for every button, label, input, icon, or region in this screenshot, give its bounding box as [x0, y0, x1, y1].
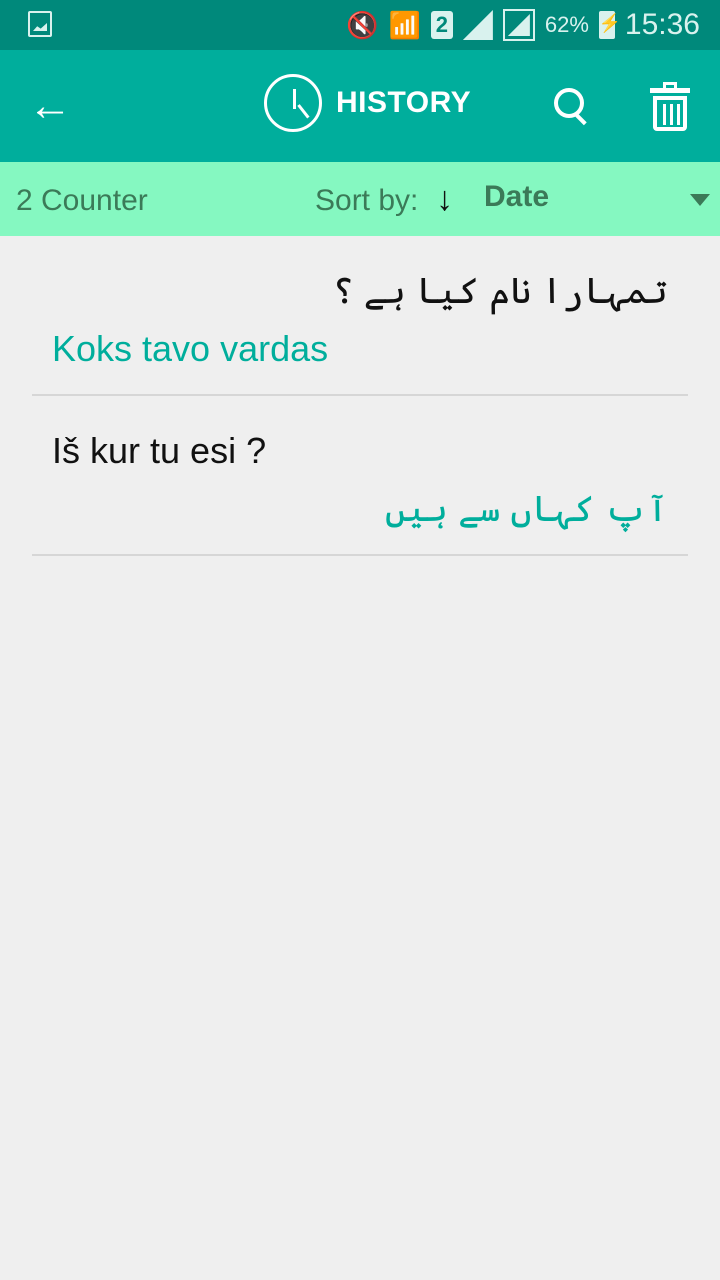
wifi-icon: 📶	[388, 10, 421, 40]
sim2-icon: 2	[430, 11, 453, 39]
clock-icon	[264, 74, 322, 132]
battery-charging-icon	[598, 11, 621, 39]
mute-vibrate-icon: 🔇	[346, 10, 379, 40]
signal-icon	[502, 9, 535, 41]
chevron-down-icon[interactable]	[690, 194, 710, 206]
history-list: تمہارا نام کیا ہے ؟ Koks tavo vardas Iš …	[32, 236, 688, 556]
trash-lid	[650, 88, 690, 93]
status-bar: 🔇 📶 2 62% 15:36	[0, 0, 720, 50]
gallery-icon	[28, 11, 52, 37]
sort-select[interactable]: Date	[484, 180, 549, 214]
history-counter: 2 Counter	[16, 184, 148, 217]
source-text: تمہارا نام کیا ہے ؟	[332, 270, 668, 311]
title-group: HISTORY	[264, 74, 471, 132]
app-bar: ← HISTORY	[0, 50, 720, 162]
translation-text: آپ کہاں سے ہیں	[384, 488, 668, 529]
trash-icon[interactable]	[650, 82, 690, 132]
trash-can	[653, 96, 687, 131]
source-text: Iš kur tu esi ?	[52, 430, 267, 471]
page-title: HISTORY	[336, 86, 472, 119]
sort-direction-icon[interactable]: ↓	[436, 180, 453, 219]
sort-label: Sort by:	[315, 184, 419, 217]
sort-bar: 2 Counter Sort by: ↓ Date	[0, 162, 720, 236]
translation-text: Koks tavo vardas	[52, 328, 329, 369]
list-item[interactable]: Iš kur tu esi ? آپ کہاں سے ہیں	[32, 396, 688, 556]
signal-icon	[462, 10, 493, 40]
battery-percent: 62%	[544, 12, 589, 37]
search-icon[interactable]	[552, 86, 592, 126]
clock-time: 15:36	[624, 8, 700, 41]
back-button[interactable]: ←	[28, 84, 72, 128]
list-item[interactable]: تمہارا نام کیا ہے ؟ Koks tavo vardas	[32, 236, 688, 396]
